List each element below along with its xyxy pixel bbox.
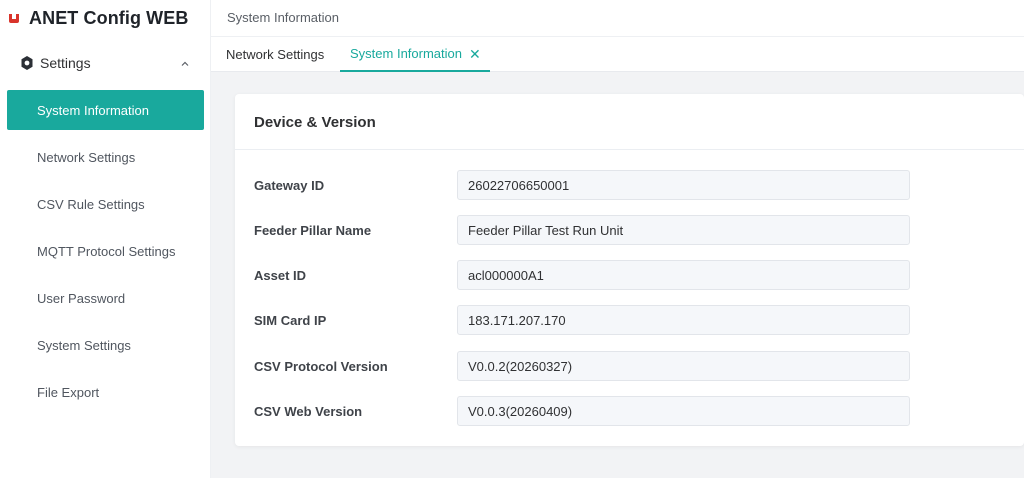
close-icon[interactable]: ✕: [469, 47, 481, 61]
sidebar-item-csv-rule-settings[interactable]: CSV Rule Settings: [7, 184, 204, 224]
sidebar-item-system-settings[interactable]: System Settings: [7, 325, 204, 365]
asset-id-field[interactable]: [457, 260, 910, 290]
settings-group-label: Settings: [40, 55, 91, 71]
main-content: Device & Version Gateway ID Feeder Pilla…: [211, 72, 1024, 478]
sidebar-item-system-information[interactable]: System Information: [7, 90, 204, 130]
gear-icon: [19, 55, 35, 71]
brand: ANET Config WEB: [8, 6, 188, 30]
asset-id-label: Asset ID: [254, 268, 307, 283]
tab-bar: Network Settings System Information ✕: [211, 37, 1024, 72]
sidebar-item-user-password[interactable]: User Password: [7, 278, 204, 318]
tab-label: Network Settings: [226, 47, 325, 62]
card-title: Device & Version: [254, 114, 376, 131]
gateway-id-label: Gateway ID: [254, 178, 325, 193]
feeder-pillar-name-label: Feeder Pillar Name: [254, 223, 372, 238]
card-header: Device & Version: [235, 94, 1024, 150]
tab-network-settings[interactable]: Network Settings: [226, 37, 324, 72]
sidebar-item-network-settings[interactable]: Network Settings: [7, 137, 204, 177]
app-title: ANET Config WEB: [29, 7, 189, 28]
feeder-pillar-name-field[interactable]: [457, 215, 910, 245]
csv-protocol-version-field[interactable]: [457, 351, 910, 381]
sim-card-ip-label: SIM Card IP: [254, 313, 327, 328]
sim-card-ip-field[interactable]: [457, 305, 910, 335]
breadcrumb: System Information: [227, 10, 339, 25]
top-header: System Information: [211, 0, 1024, 37]
sidebar-item-mqtt-protocol-settings[interactable]: MQTT Protocol Settings: [7, 231, 204, 271]
sidebar: ANET Config WEB Settings System Informat…: [0, 0, 211, 478]
gateway-id-field[interactable]: [457, 170, 910, 200]
csv-web-version-field[interactable]: [457, 396, 910, 426]
sidebar-item-file-export[interactable]: File Export: [7, 372, 204, 412]
csv-protocol-version-label: CSV Protocol Version: [254, 359, 388, 374]
tab-system-information[interactable]: System Information ✕: [340, 37, 490, 72]
device-version-card: Device & Version Gateway ID Feeder Pilla…: [235, 94, 1024, 446]
tab-label: System Information: [350, 46, 462, 61]
chevron-up-icon: [179, 57, 191, 69]
csv-web-version-label: CSV Web Version: [254, 404, 363, 419]
settings-menu-group[interactable]: Settings: [0, 48, 211, 78]
anet-logo-icon: [8, 12, 20, 24]
